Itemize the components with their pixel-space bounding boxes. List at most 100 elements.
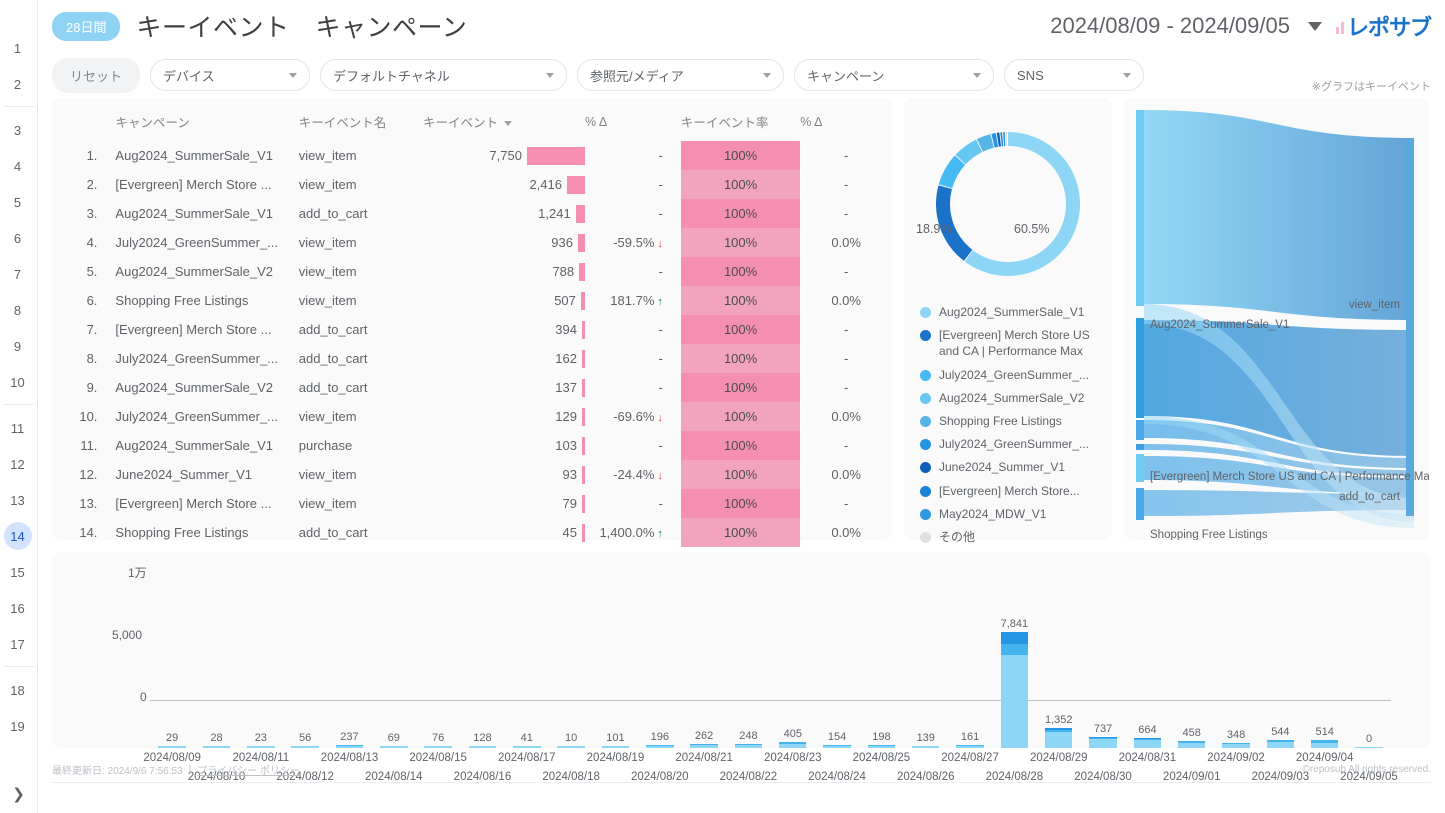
bar-column[interactable]: 237 — [327, 600, 371, 748]
brand-logo[interactable]: レポサブ — [1335, 10, 1432, 42]
bar-column[interactable]: 0 — [1347, 600, 1391, 748]
privacy-policy-link[interactable]: プライバシー ポリシー — [197, 762, 300, 777]
bar-column[interactable]: 458 — [1170, 600, 1214, 748]
filter-device[interactable]: デバイス — [150, 59, 311, 91]
bar-column[interactable]: 737 — [1081, 600, 1125, 748]
page-rail-item-2[interactable]: 2 — [4, 70, 32, 98]
table-row[interactable]: 11. Aug2024_SummerSale_V1 purchase 103 - 100%… — [52, 431, 892, 460]
legend-item[interactable]: その他 — [920, 529, 1100, 545]
table-row[interactable]: 14. Shopping Free Listings add_to_cart 45 1,… — [52, 518, 892, 547]
legend-item[interactable]: July2024_GreenSummer_... — [920, 367, 1100, 383]
bar-column[interactable]: 405 — [771, 600, 815, 748]
page-rail-item-13[interactable]: 13 — [4, 486, 32, 514]
bar-column[interactable]: 28 — [194, 600, 238, 748]
table-row[interactable]: 5. Aug2024_SummerSale_V2 view_item 788 - 100%… — [52, 257, 892, 286]
table-row[interactable]: 10. July2024_GreenSummer_... view_item 129 -… — [52, 402, 892, 431]
donut-segment[interactable] — [1003, 132, 1006, 147]
page-rail-item-8[interactable]: 8 — [4, 296, 32, 324]
bar-column[interactable]: 248 — [726, 600, 770, 748]
page-rail-item-1[interactable]: 1 — [4, 34, 32, 62]
filter-default-channel[interactable]: デフォルトチャネル — [320, 59, 568, 91]
date-range-display[interactable]: 2024/08/09 - 2024/09/05 — [1050, 13, 1290, 39]
table-row[interactable]: 3. Aug2024_SummerSale_V1 add_to_cart 1,241 -… — [52, 199, 892, 228]
bar-column[interactable]: 101 — [593, 600, 637, 748]
bar-column[interactable]: 23 — [239, 600, 283, 748]
bar-column[interactable]: 198 — [859, 600, 903, 748]
page-rail-item-15[interactable]: 15 — [4, 558, 32, 586]
filter-campaign[interactable]: キャンペーン — [794, 59, 995, 91]
bar-column[interactable]: 10 — [549, 600, 593, 748]
legend-item[interactable]: Shopping Free Listings — [920, 413, 1100, 429]
table-row[interactable]: 12. June2024_Summer_V1 view_item 93 -24.4% ↓ 1… — [52, 460, 892, 489]
col-key-event-rate[interactable]: キーイベント率 — [681, 108, 800, 141]
legend-item[interactable]: June2024_Summer_V1 — [920, 459, 1100, 475]
col-campaign[interactable]: キャンペーン — [107, 108, 290, 141]
row-delta-1: - — [658, 438, 663, 453]
legend-item[interactable]: [Evergreen] Merch Store US and CA | Perf… — [920, 327, 1100, 359]
col-event-name[interactable]: キーイベント名 — [291, 108, 423, 141]
footer: 最終更新日: 2024/9/6 7:56:53 | プライバシー ポリシー ©r… — [38, 762, 1445, 777]
table-row[interactable]: 1. Aug2024_SummerSale_V1 view_item 7,750 - 10… — [52, 141, 892, 170]
legend-item[interactable]: Aug2024_SummerSale_V1 — [920, 304, 1100, 320]
page-rail-item-4[interactable]: 4 — [4, 152, 32, 180]
bar-column[interactable]: 41 — [505, 600, 549, 748]
filter-sns[interactable]: SNS — [1004, 59, 1145, 91]
donut-segment[interactable] — [938, 155, 966, 189]
legend-item[interactable]: [Evergreen] Merch Store... — [920, 483, 1100, 499]
page-rail-item-10[interactable]: 10 — [4, 368, 32, 396]
col-delta-2[interactable]: % Δ — [800, 108, 892, 141]
donut-segment[interactable] — [964, 132, 1080, 276]
bar-column[interactable]: 7,841 — [992, 600, 1036, 748]
bar-column[interactable]: 154 — [815, 600, 859, 748]
page-rail-item-9[interactable]: 9 — [4, 332, 32, 360]
sankey-chart-svg[interactable]: Aug2024_SummerSale_V1 [Evergreen] Merch … — [1124, 98, 1429, 540]
table-row[interactable]: 6. Shopping Free Listings view_item 507 181.… — [52, 286, 892, 315]
rail-expand-button[interactable]: ❯ — [0, 785, 37, 803]
page-rail-item-11[interactable]: 11 — [4, 414, 32, 442]
page-rail-item-12[interactable]: 12 — [4, 450, 32, 478]
bar-column[interactable]: 128 — [460, 600, 504, 748]
table-row[interactable]: 8. July2024_GreenSummer_... add_to_cart 162… — [52, 344, 892, 373]
table-row[interactable]: 2. [Evergreen] Merch Store ... view_item 2,… — [52, 170, 892, 199]
page-rail-item-5[interactable]: 5 — [4, 188, 32, 216]
bar-column[interactable]: 161 — [948, 600, 992, 748]
page-rail-item-6[interactable]: 6 — [4, 224, 32, 252]
bar-column[interactable]: 29 — [150, 600, 194, 748]
bar-column[interactable]: 76 — [416, 600, 460, 748]
reset-button[interactable]: リセット — [52, 57, 141, 93]
col-key-event[interactable]: キーイベント — [423, 108, 585, 141]
bar-column[interactable]: 514 — [1303, 600, 1347, 748]
bar-column[interactable]: 544 — [1258, 600, 1302, 748]
bar-column[interactable]: 262 — [682, 600, 726, 748]
legend-item[interactable]: Aug2024_SummerSale_V2 — [920, 390, 1100, 406]
page-rail-item-18[interactable]: 18 — [4, 676, 32, 704]
bar-column[interactable]: 196 — [638, 600, 682, 748]
page-rail-item-14[interactable]: 14 — [3, 522, 32, 550]
chevron-down-icon[interactable] — [1307, 21, 1322, 31]
bar-column[interactable]: 348 — [1214, 600, 1258, 748]
table-row[interactable]: 7. [Evergreen] Merch Store ... add_to_cart… — [52, 315, 892, 344]
table-row[interactable]: 13. [Evergreen] Merch Store ... view_item 7… — [52, 489, 892, 518]
legend-item[interactable]: July2024_GreenSummer_... — [920, 436, 1100, 452]
page-rail-item-3[interactable]: 3 — [4, 116, 32, 144]
bar-stack — [513, 746, 541, 748]
table-row[interactable]: 4. July2024_GreenSummer_... view_item 936 -5… — [52, 228, 892, 257]
donut-segment[interactable] — [1000, 132, 1004, 147]
legend-label: July2024_GreenSummer_... — [939, 367, 1090, 382]
donut-chart-svg[interactable] — [918, 114, 1098, 294]
filter-source-medium[interactable]: 参照元/メディア — [577, 59, 785, 91]
col-delta-1[interactable]: % Δ — [585, 108, 681, 141]
bar-column[interactable]: 56 — [283, 600, 327, 748]
table-row[interactable]: 9. Aug2024_SummerSale_V2 add_to_cart 137 - 10… — [52, 373, 892, 402]
bar-column[interactable]: 664 — [1125, 600, 1169, 748]
bar-column[interactable]: 139 — [904, 600, 948, 748]
donut-segment[interactable] — [1005, 132, 1008, 147]
legend-item[interactable]: May2024_MDW_V1 — [920, 506, 1100, 522]
page-rail-item-16[interactable]: 16 — [4, 594, 32, 622]
bar-column[interactable]: 69 — [372, 600, 416, 748]
bar-column[interactable]: 1,352 — [1037, 600, 1081, 748]
page-rail-item-7[interactable]: 7 — [4, 260, 32, 288]
page-rail-item-19[interactable]: 19 — [4, 712, 32, 740]
bar-segment — [1222, 744, 1250, 748]
page-rail-item-17[interactable]: 17 — [4, 630, 32, 658]
